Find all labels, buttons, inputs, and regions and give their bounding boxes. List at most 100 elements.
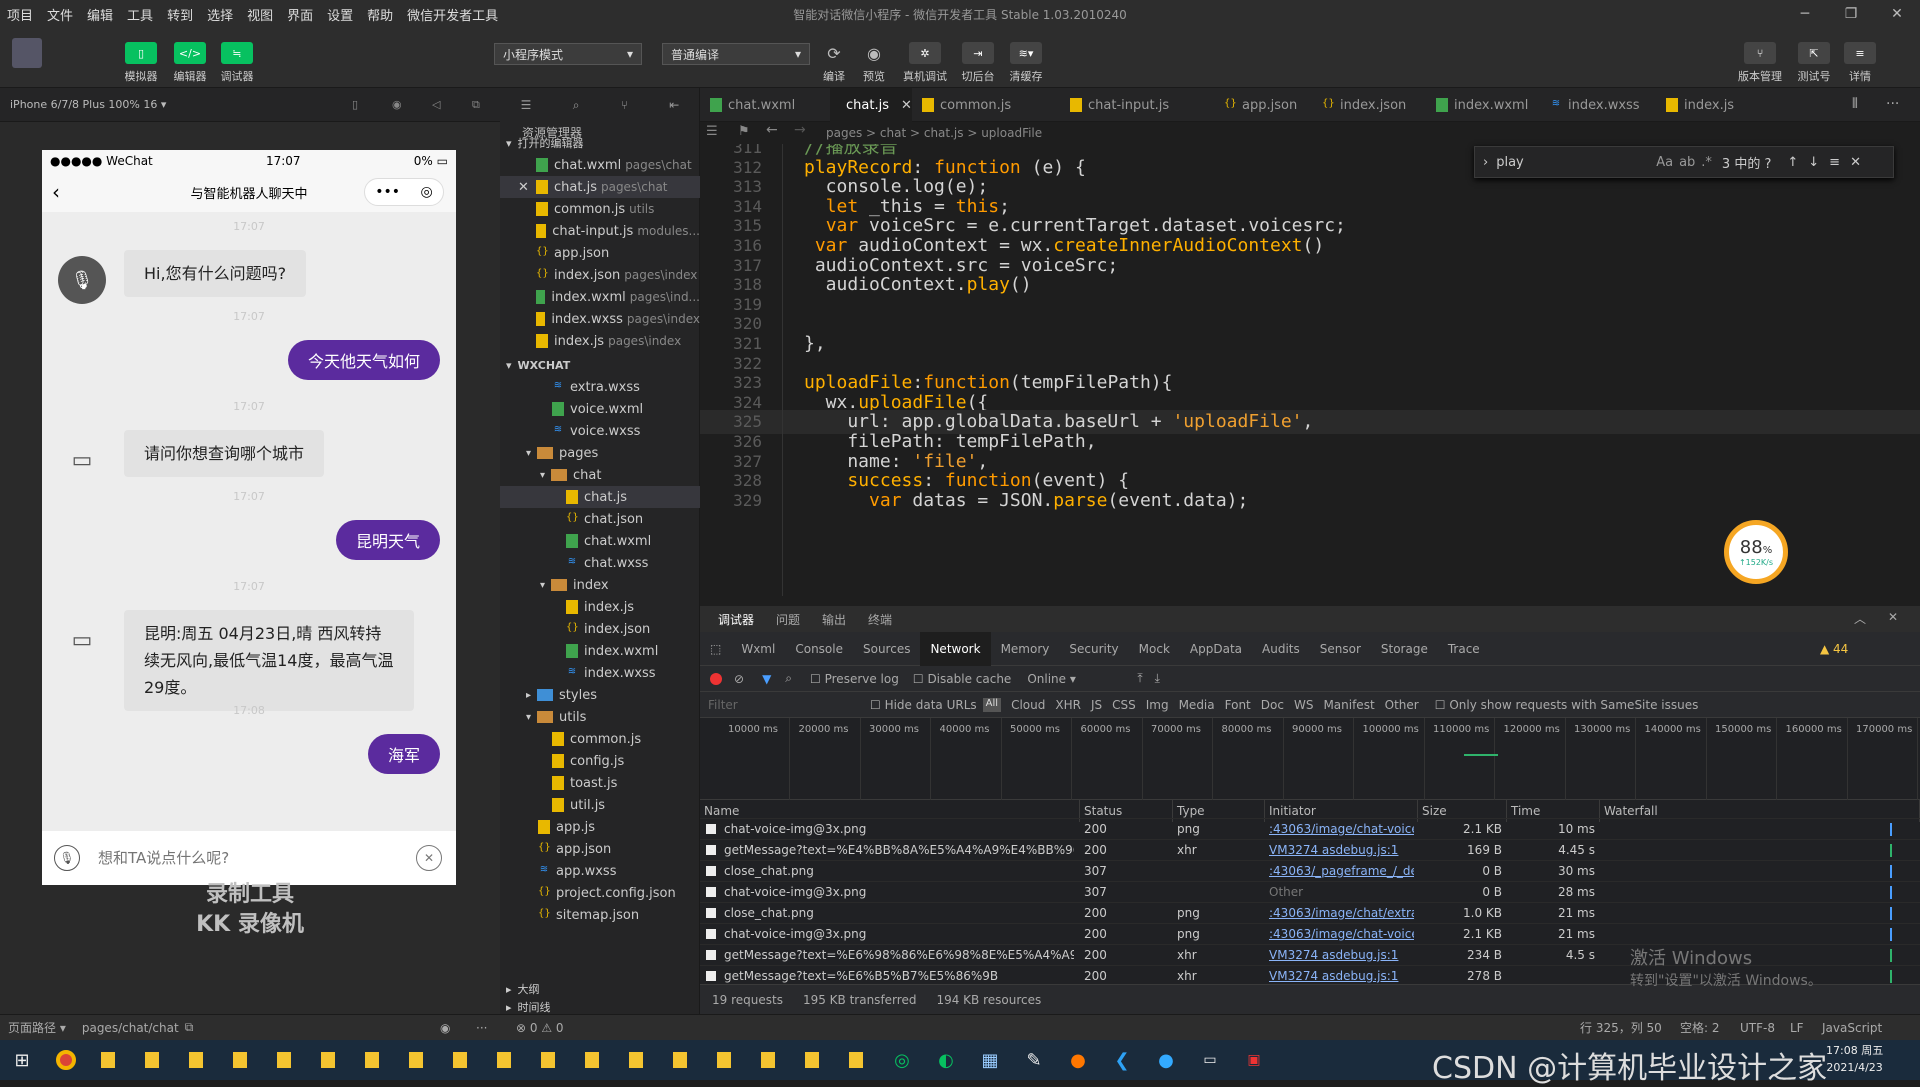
filter-icon[interactable]: ▼	[762, 672, 771, 686]
page-path-label[interactable]: 页面路径 ▾	[8, 1019, 66, 1036]
cursor-position[interactable]: 行 325，列 50	[1580, 1019, 1662, 1036]
devtools-tab[interactable]: 输出	[822, 611, 846, 628]
export-har-icon[interactable]: ⤓	[1155, 671, 1160, 686]
folder-task-icon[interactable]	[572, 1040, 616, 1080]
search-icon[interactable]: ⌕	[573, 98, 580, 113]
mode-select[interactable]: 小程序模式 ▾	[494, 43, 642, 65]
devtools-panel-tab[interactable]: Memory	[991, 642, 1060, 656]
devtools-panel-tab[interactable]: Console	[785, 642, 853, 656]
tree-file[interactable]: toast.js	[500, 772, 700, 794]
tree-file[interactable]: chat.js	[500, 486, 700, 508]
tree-file[interactable]: common.js	[500, 728, 700, 750]
menu-capsule[interactable]: ••• ◎	[364, 178, 444, 206]
wechat-icon[interactable]: ◎	[880, 1040, 924, 1080]
folder-task-icon[interactable]	[792, 1040, 836, 1080]
editor-tab[interactable]: ≋ index.wxss	[1540, 88, 1656, 122]
tree-file[interactable]: ≋ extra.wxss	[500, 376, 700, 398]
find-in-selection-icon[interactable]: ≡	[1829, 155, 1840, 170]
indent-setting[interactable]: 空格: 2	[1680, 1019, 1720, 1036]
editor-tab[interactable]: {} app.json	[1214, 88, 1312, 122]
more-icon[interactable]: •••	[375, 184, 400, 200]
editor-tab[interactable]: {} index.json	[1312, 88, 1426, 122]
menu-item[interactable]: 工具	[120, 5, 160, 24]
window-icon[interactable]: ⧉	[472, 98, 480, 112]
git-icon[interactable]: ⑂	[621, 98, 628, 112]
filter-type-button[interactable]: WS	[1294, 698, 1313, 712]
devtools-panel-tab[interactable]: Wxml	[731, 642, 785, 656]
open-editor-item[interactable]: {} index.json pages\index	[500, 264, 700, 286]
folder-task-icon[interactable]	[220, 1040, 264, 1080]
next-match-icon[interactable]: ↓	[1808, 155, 1819, 170]
preserve-log-checkbox[interactable]: ☐ Preserve log	[810, 672, 899, 686]
tree-file[interactable]: chat.wxml	[500, 530, 700, 552]
menu-item[interactable]: 微信开发者工具	[400, 5, 505, 24]
language-mode[interactable]: JavaScript	[1822, 1021, 1882, 1035]
project-header[interactable]: ▾ WXCHAT	[500, 354, 700, 376]
inspect-icon[interactable]: ⬚	[700, 642, 731, 656]
filter-type-button[interactable]: All	[982, 697, 1002, 712]
menu-item[interactable]: 设置	[320, 5, 360, 24]
prev-match-icon[interactable]: ↑	[1787, 155, 1798, 170]
throttling-select[interactable]: Online ▾	[1027, 672, 1107, 686]
eye-icon[interactable]: ◉	[440, 1021, 450, 1035]
hide-data-urls-checkbox[interactable]: ☐ Hide data URLs	[870, 698, 977, 712]
version-button[interactable]: ⑂ 版本管理	[1736, 42, 1784, 84]
folder-task-icon[interactable]	[660, 1040, 704, 1080]
expand-replace-icon[interactable]: ›	[1483, 155, 1488, 170]
devtools-panel-tab[interactable]: Sources	[853, 642, 920, 656]
devtools-panel-tab[interactable]: Network	[920, 631, 991, 666]
clear-icon[interactable]: ⊘	[734, 672, 744, 686]
debugger-button[interactable]: ≒ 调试器	[213, 42, 261, 84]
editor-tab[interactable]: chat-input.js	[1060, 88, 1214, 122]
clock[interactable]: 17:08 周五 2021/4/23	[1826, 1042, 1883, 1076]
menu-item[interactable]: 项目	[0, 5, 40, 24]
minimize-icon[interactable]: ─	[1782, 0, 1828, 28]
close-window-icon[interactable]: ✕	[1874, 0, 1920, 28]
editor-tab[interactable]: chat.js ✕	[830, 88, 912, 122]
devtools-panel-tab[interactable]: Trace	[1438, 642, 1490, 656]
network-row[interactable]: chat-voice-img@3x.png 200 png:43063/image/…	[700, 818, 1920, 839]
open-editor-item[interactable]: index.js pages\index	[500, 330, 700, 352]
problems-count[interactable]: ⊗ 0 ⚠ 0	[516, 1021, 564, 1035]
close-tab-icon[interactable]: ✕	[901, 98, 912, 113]
tree-file[interactable]: util.js	[500, 794, 700, 816]
disable-cache-checkbox[interactable]: ☐ Disable cache	[913, 672, 1011, 686]
tree-file[interactable]: index.wxml	[500, 640, 700, 662]
tree-file[interactable]: ≋ voice.wxss	[500, 420, 700, 442]
match-case-icon[interactable]: Aa	[1656, 155, 1673, 170]
tree-file[interactable]: app.js	[500, 816, 700, 838]
devtools-panel-tab[interactable]: Sensor	[1310, 642, 1371, 656]
phone-frame-icon[interactable]: ▯	[352, 98, 358, 111]
tree-folder[interactable]: ▾ chat	[500, 464, 700, 486]
open-editors-header[interactable]: ▾ 打开的编辑器	[500, 132, 700, 154]
editor-tab[interactable]: chat.wxml	[700, 88, 830, 122]
tree-file[interactable]: index.js	[500, 596, 700, 618]
close-circle-icon[interactable]: ✕	[416, 845, 442, 871]
editor-tab[interactable]: common.js	[912, 88, 1060, 122]
tree-file[interactable]: voice.wxml	[500, 398, 700, 420]
close-devtools-icon[interactable]: ✕	[1888, 610, 1898, 624]
open-editor-item[interactable]: index.wxml pages\ind...	[500, 286, 700, 308]
real-debug-button[interactable]: ✲ 真机调试	[901, 42, 949, 84]
whole-word-icon[interactable]: ab	[1679, 155, 1695, 170]
tree-file[interactable]: {} sitemap.json	[500, 904, 700, 926]
devtools-panel-tab[interactable]: Storage	[1371, 642, 1438, 656]
folder-task-icon[interactable]	[748, 1040, 792, 1080]
split-icon[interactable]: ⇤	[669, 98, 679, 112]
regex-icon[interactable]: .*	[1701, 155, 1712, 170]
network-row[interactable]: close_chat.png 200 png:43063/image/chat/ex…	[700, 902, 1920, 923]
chat-app-icon[interactable]: ●	[1144, 1040, 1188, 1080]
filter-type-button[interactable]: CSS	[1112, 698, 1136, 712]
tree-folder[interactable]: ▸ styles	[500, 684, 700, 706]
network-row[interactable]: getMessage?text=%E4%BB%8A%E5%A4%A9%E4%BB…	[700, 839, 1920, 860]
microphone-icon[interactable]: 🎙	[54, 845, 80, 871]
clear-cache-button[interactable]: ≋▾ 清缓存	[1002, 42, 1050, 84]
outline-toggle-icon[interactable]: ☰	[706, 124, 718, 139]
filter-input[interactable]: Filter	[708, 698, 868, 712]
open-editor-item[interactable]: chat.wxml pages\chat	[500, 154, 700, 176]
tree-file[interactable]: config.js	[500, 750, 700, 772]
close-icon[interactable]: ✕	[518, 180, 529, 195]
calculator-icon[interactable]: ▦	[968, 1040, 1012, 1080]
warnings-count[interactable]: ▲ 44	[1820, 642, 1848, 656]
chrome-icon[interactable]	[44, 1040, 88, 1080]
